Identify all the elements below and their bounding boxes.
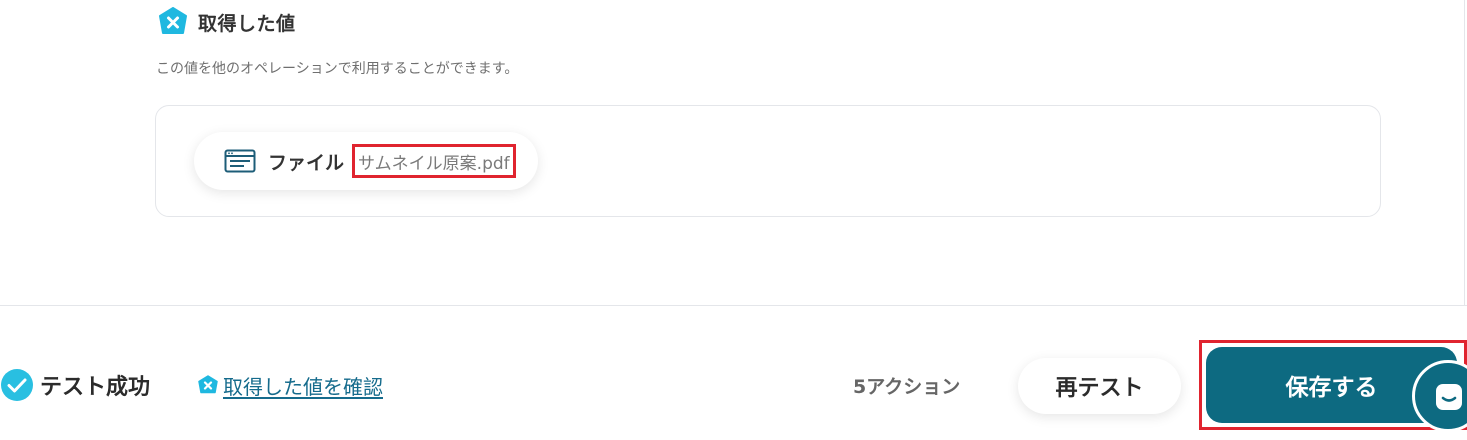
- action-count: 5アクション: [853, 376, 961, 398]
- yoom-badge-icon: [158, 7, 188, 37]
- result-section-description: この値を他のオペレーションで利用することができます。: [156, 61, 519, 77]
- check-circle-icon: [0, 368, 34, 402]
- retrieved-values-panel: ファイル サムネイル原案.pdf: [155, 105, 1381, 217]
- test-status: テスト成功: [0, 366, 150, 404]
- footer-divider: [0, 305, 1467, 306]
- retest-button[interactable]: 再テスト: [1018, 358, 1181, 414]
- panel-edge: [1464, 0, 1465, 305]
- view-retrieved-values-link-text[interactable]: 取得した値を確認: [223, 371, 383, 400]
- file-value-chip[interactable]: ファイル サムネイル原案.pdf: [194, 132, 538, 190]
- result-section-title: 取得した値: [198, 12, 296, 35]
- file-value-highlight: サムネイル原案.pdf: [352, 144, 516, 178]
- file-field-value: サムネイル原案.pdf: [358, 153, 510, 174]
- file-window-icon: [224, 149, 256, 173]
- yoom-badge-icon: [198, 375, 218, 395]
- page: 取得した値 この値を他のオペレーションで利用することができます。 ファイル サム…: [0, 0, 1467, 440]
- test-status-text: テスト成功: [40, 375, 151, 400]
- file-field-label: ファイル: [268, 151, 345, 174]
- chat-launcher-icon: [1436, 384, 1462, 410]
- result-section-header: 取得した値: [158, 7, 296, 37]
- view-retrieved-values-link[interactable]: 取得した値を確認: [198, 370, 383, 400]
